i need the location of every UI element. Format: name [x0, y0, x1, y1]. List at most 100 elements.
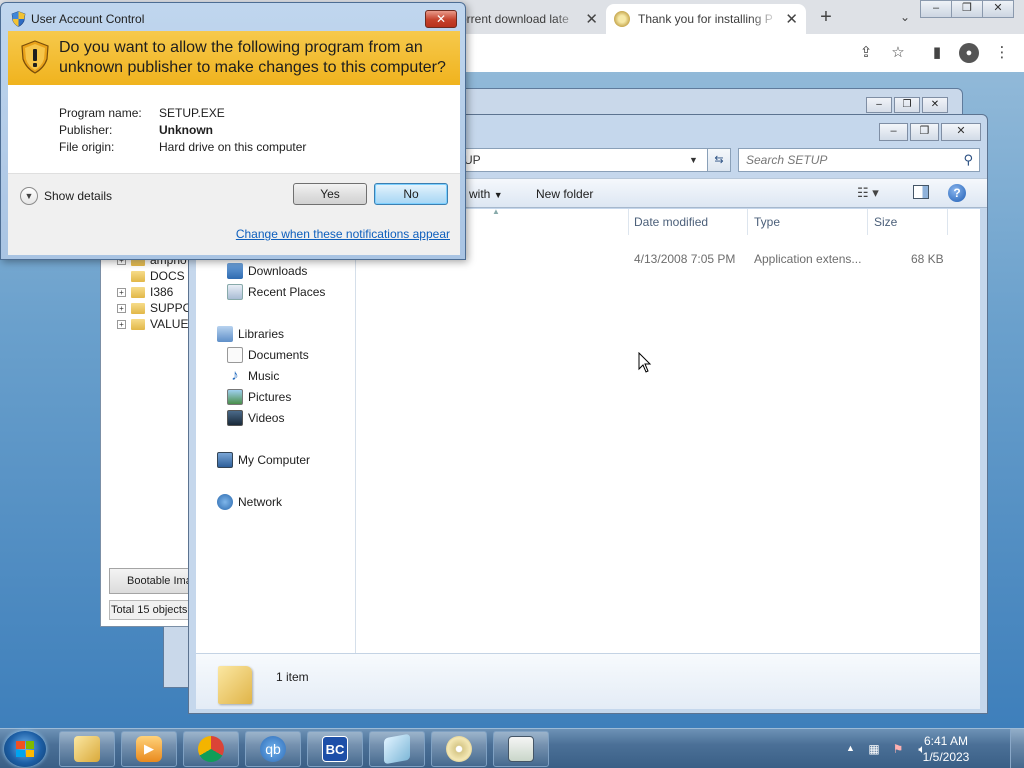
downloads-icon: [227, 263, 243, 279]
chevron-down-icon[interactable]: ▼: [20, 187, 38, 205]
documents-icon: [227, 347, 243, 363]
minimize-button[interactable]: –: [920, 0, 952, 18]
folder-icon: [131, 270, 145, 282]
nav-item-my-computer[interactable]: My Computer: [217, 450, 310, 470]
share-icon[interactable]: ⇪: [856, 43, 876, 63]
nav-item-recent-places[interactable]: Recent Places: [227, 282, 325, 302]
close-button[interactable]: ✕: [922, 97, 948, 113]
show-hidden-icons[interactable]: ▲: [846, 743, 855, 753]
qbittorrent-icon: qb: [260, 736, 286, 762]
nav-item-label: Downloads: [248, 264, 308, 278]
taskbar: ▶ qb BC ▲ ▦ ⚑ 🔈︎ 6:41 AM 1/5/2023: [0, 728, 1024, 768]
chrome-icon: [198, 736, 224, 762]
yes-button[interactable]: Yes: [293, 183, 367, 205]
chevron-down-icon[interactable]: ▼: [689, 155, 698, 165]
no-button[interactable]: No: [374, 183, 448, 205]
chevron-down-icon[interactable]: ⌄: [896, 8, 914, 26]
minimize-button[interactable]: –: [866, 97, 892, 113]
close-button[interactable]: ✕: [941, 123, 981, 141]
uac-body: Program name: SETUP.EXE Publisher: Unkno…: [8, 85, 460, 255]
close-icon[interactable]: ✕: [785, 10, 798, 28]
close-icon[interactable]: ✕: [585, 10, 598, 28]
nav-item-label: Network: [238, 495, 283, 509]
expand-icon[interactable]: +: [117, 287, 126, 297]
taskbar-chrome[interactable]: [183, 731, 239, 767]
maximize-button[interactable]: ❐: [910, 123, 939, 141]
network-tray-icon[interactable]: ▦: [866, 741, 882, 757]
iso-browser-window: +ampno +DOCS +I386 +SUPPO +VALUE Bootabl…: [100, 253, 193, 627]
restore-button[interactable]: ❐: [951, 0, 983, 18]
clock-time: 6:41 AM: [923, 734, 969, 748]
column-date-modified[interactable]: Date modified: [634, 215, 708, 229]
mouse-cursor-icon: [638, 352, 652, 373]
minimize-button[interactable]: –: [879, 123, 908, 141]
expand-icon[interactable]: +: [117, 303, 126, 313]
side-panel-icon[interactable]: ▮: [927, 43, 947, 63]
nav-item-network[interactable]: Network: [217, 492, 282, 512]
search-icon[interactable]: ⚲: [963, 149, 973, 171]
program-name-value: SETUP.EXE: [159, 106, 225, 120]
bootable-image-tab[interactable]: Bootable Ima: [109, 568, 193, 594]
cell-size: 68 KB: [911, 252, 944, 266]
star-icon[interactable]: ☆: [888, 43, 908, 63]
browser-tab-1[interactable]: orrent download late ✕: [452, 4, 606, 34]
restore-button[interactable]: ❐: [894, 97, 920, 113]
show-details-button[interactable]: Show details: [44, 189, 112, 203]
refresh-icon[interactable]: ⇆: [707, 148, 731, 172]
search-input[interactable]: Search SETUP ⚲: [738, 148, 980, 172]
publisher-value: Unknown: [159, 123, 213, 137]
notification-settings-link[interactable]: Change when these notifications appear: [236, 227, 450, 241]
tree-item[interactable]: +DOCS: [101, 268, 193, 284]
tree-item[interactable]: + SUPPO: [101, 300, 193, 316]
close-button[interactable]: ✕: [425, 10, 457, 28]
column-size[interactable]: Size: [874, 215, 897, 229]
folder-icon: [131, 286, 145, 298]
browser-tab-1-title: orrent download late: [460, 12, 569, 26]
pictures-icon: [227, 389, 243, 405]
file-list: ▲ Date modified Type Size 4/13/2008 7:05…: [356, 207, 980, 653]
start-button[interactable]: [4, 731, 46, 767]
folder-icon: [131, 302, 145, 314]
bc-icon: BC: [322, 736, 348, 762]
nav-item-libraries[interactable]: Libraries: [217, 324, 284, 344]
preview-pane-icon[interactable]: [913, 185, 929, 199]
nav-item-videos[interactable]: Videos: [227, 408, 284, 428]
taskbar-notepad[interactable]: [369, 731, 425, 767]
close-button[interactable]: ✕: [982, 0, 1014, 18]
folder-icon: [131, 318, 145, 330]
expand-icon[interactable]: +: [117, 319, 126, 329]
nav-item-music[interactable]: ♪ Music: [227, 366, 279, 386]
taskbar-explorer[interactable]: [59, 731, 115, 767]
help-icon[interactable]: ?: [948, 184, 966, 202]
taskbar-app[interactable]: [493, 731, 549, 767]
open-with-button[interactable]: with ▼: [469, 187, 503, 201]
column-separator: [747, 209, 748, 235]
new-tab-button[interactable]: +: [814, 6, 838, 30]
tree-item[interactable]: + I386: [101, 284, 193, 300]
open-with-label: with: [469, 187, 491, 201]
libraries-icon: [217, 326, 233, 342]
navigation-pane: Downloads Recent Places Libraries Docume…: [196, 209, 356, 653]
taskbar-media[interactable]: ▶: [121, 731, 177, 767]
nav-item-pictures[interactable]: Pictures: [227, 387, 291, 407]
cell-date-modified: 4/13/2008 7:05 PM: [634, 252, 736, 266]
nav-item-downloads[interactable]: Downloads: [227, 261, 307, 281]
clock[interactable]: 6:41 AM 1/5/2023: [910, 733, 982, 765]
menu-icon[interactable]: ⋮: [992, 43, 1012, 63]
taskbar-qbittorrent[interactable]: qb: [245, 731, 301, 767]
clock-date: 1/5/2023: [922, 750, 970, 764]
taskbar-disc[interactable]: [431, 731, 487, 767]
new-folder-button[interactable]: New folder: [536, 187, 593, 201]
taskbar-bc[interactable]: BC: [307, 731, 363, 767]
browser-tab-2[interactable]: Thank you for installing P ✕: [606, 4, 806, 34]
profile-icon[interactable]: ●: [959, 43, 979, 63]
show-desktop-button[interactable]: [1010, 729, 1024, 768]
cell-type: Application extens...: [754, 252, 862, 266]
windows-logo-icon: [16, 741, 34, 757]
tree-item[interactable]: + VALUE: [101, 316, 193, 332]
nav-item-documents[interactable]: Documents: [227, 345, 309, 365]
column-type[interactable]: Type: [754, 215, 780, 229]
view-options-icon[interactable]: ☷ ▾: [857, 185, 879, 201]
details-pane: 1 item: [196, 653, 980, 709]
flag-error-icon[interactable]: ⚑: [890, 741, 906, 757]
